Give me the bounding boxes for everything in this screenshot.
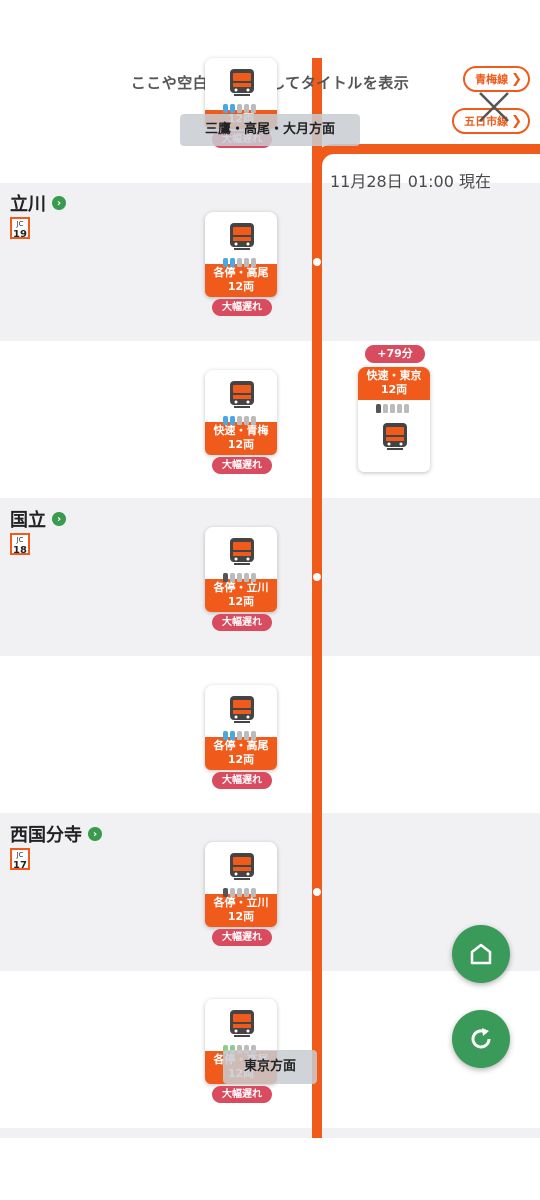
station-dot	[313, 888, 321, 896]
train-info: 各停・高尾 12両	[205, 264, 277, 297]
train-info: 快速・青梅 12両	[205, 422, 277, 455]
station-dot	[313, 258, 321, 266]
crowd-level-icon	[223, 258, 256, 267]
crowd-level-icon	[223, 573, 256, 582]
refresh-icon	[471, 1028, 491, 1049]
home-button[interactable]	[452, 925, 510, 983]
train-down[interactable]: 各停・高尾 12両 大幅遅れ	[205, 685, 279, 789]
direction-label-top[interactable]: 三鷹・高尾・大月方面	[180, 114, 360, 146]
train-down[interactable]: 各停・高尾 12両 大幅遅れ	[205, 212, 279, 316]
station-name-kunitachi[interactable]: 国立 ›	[10, 506, 66, 532]
train-front-icon	[230, 853, 254, 880]
chevron-right-icon: ❯	[511, 71, 522, 87]
station-dot	[313, 573, 321, 581]
train-front-icon	[230, 696, 254, 723]
train-info: 各停・立川 12両	[205, 579, 277, 612]
train-info: 快速・東京 12両	[358, 367, 430, 400]
delay-status-badge: 大幅遅れ	[212, 1086, 272, 1103]
refresh-button[interactable]	[452, 1010, 510, 1068]
crowd-level-icon	[376, 404, 409, 413]
station-name-tachikawa[interactable]: 立川 ›	[10, 190, 66, 216]
train-up-rapid-tokyo[interactable]: +79分 快速・東京 12両	[358, 345, 432, 472]
train-front-icon	[230, 538, 254, 565]
line-button-label: 青梅線	[475, 73, 509, 86]
train-front-icon	[383, 423, 407, 450]
station-name-nishikokubunji[interactable]: 西国分寺 ›	[10, 821, 102, 847]
chevron-right-icon[interactable]: ›	[52, 512, 66, 526]
station-code: JC 18	[10, 533, 30, 556]
chevron-right-icon: ❯	[511, 113, 522, 129]
train-down[interactable]: 各停・立川 12両 大幅遅れ	[205, 527, 279, 631]
train-info: 各停・高尾 12両	[205, 737, 277, 770]
track-main	[312, 58, 322, 1138]
crowd-level-icon	[223, 731, 256, 740]
train-front-icon	[230, 223, 254, 250]
delay-status-badge: 大幅遅れ	[212, 457, 272, 474]
direction-label-bottom[interactable]: 東京方面	[223, 1050, 317, 1084]
crowd-level-icon	[223, 416, 256, 425]
ome-line-button[interactable]: 青梅線 ❯	[463, 66, 530, 92]
train-down[interactable]: 快速・青梅 12両 大幅遅れ	[205, 370, 279, 474]
train-front-icon	[230, 69, 254, 96]
crowd-level-icon	[223, 888, 256, 897]
delay-status-badge: 大幅遅れ	[212, 772, 272, 789]
train-front-icon	[230, 1010, 254, 1037]
chevron-right-icon[interactable]: ›	[88, 827, 102, 841]
delay-minutes-badge: +79分	[365, 345, 425, 363]
station-code: JC 19	[10, 217, 30, 240]
chevron-right-icon[interactable]: ›	[52, 196, 66, 210]
train-front-icon	[230, 381, 254, 408]
delay-status-badge: 大幅遅れ	[212, 299, 272, 316]
delay-status-badge: 大幅遅れ	[212, 614, 272, 631]
close-icon[interactable]	[477, 90, 511, 124]
delay-status-badge: 大幅遅れ	[212, 929, 272, 946]
home-icon	[470, 943, 492, 965]
train-info: 各停・立川 12両	[205, 894, 277, 927]
bottom-band	[0, 1128, 540, 1138]
crowd-level-icon	[223, 104, 256, 113]
update-timestamp: 11月28日 01:00 現在	[330, 172, 492, 191]
station-code: JC 17	[10, 848, 30, 871]
train-down[interactable]: 各停・立川 12両 大幅遅れ	[205, 842, 279, 946]
